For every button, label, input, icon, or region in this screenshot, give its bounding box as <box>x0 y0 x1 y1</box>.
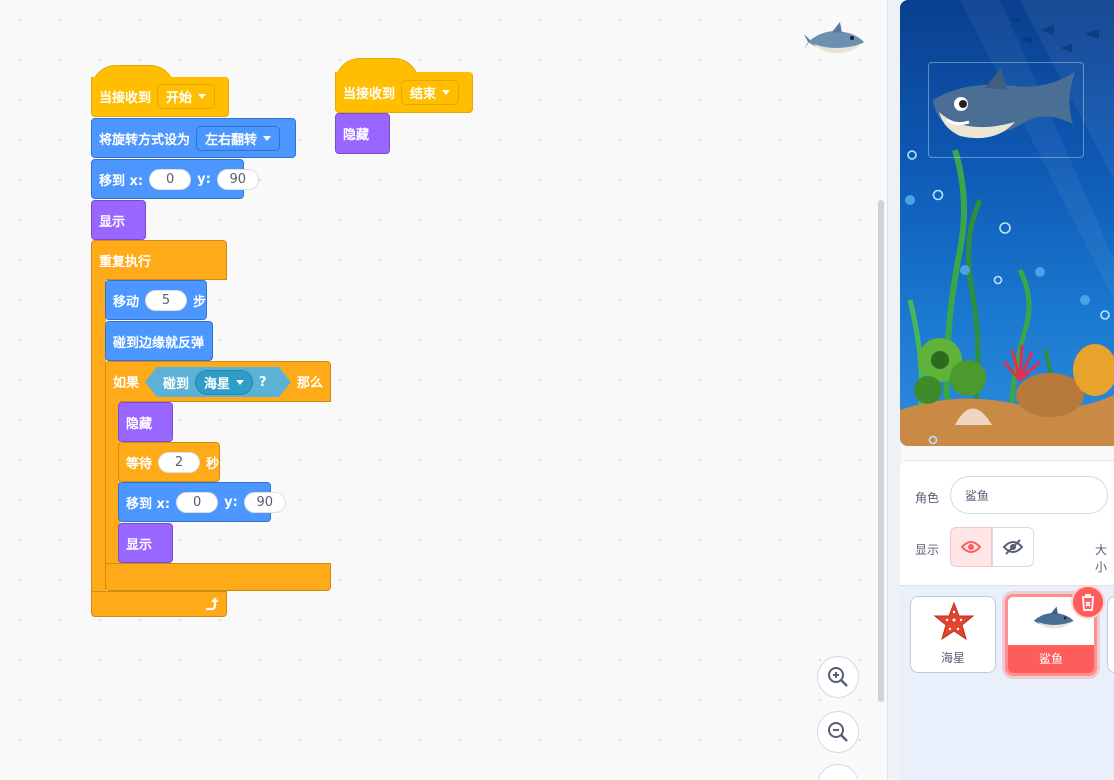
block-label: 等待 <box>126 456 153 472</box>
message-value: 结束 <box>410 86 437 102</box>
forever-block-arm <box>91 279 106 592</box>
block-label: 显示 <box>126 537 153 553</box>
hide-block[interactable]: 隐藏 <box>335 113 390 154</box>
chevron-down-icon <box>198 94 207 99</box>
forever-block-foot <box>91 591 227 617</box>
zoom-in-icon <box>828 667 848 687</box>
if-block-foot <box>105 563 331 591</box>
show-block[interactable]: 显示 <box>118 523 173 563</box>
hide-block[interactable]: 隐藏 <box>118 402 173 442</box>
chevron-down-icon <box>263 135 272 141</box>
set-rotation-style-block[interactable]: 将旋转方式设为 左右翻转 <box>91 118 296 158</box>
y-input[interactable]: 90 <box>243 491 286 513</box>
code-workspace[interactable]: 当接收到 开始 将旋转方式设为 左右翻转 移到 x: 0 y: 90 显示 重复… <box>0 0 887 779</box>
sprite-name-input[interactable]: 鲨鱼 <box>950 476 1108 514</box>
delete-sprite-button[interactable] <box>1071 585 1105 619</box>
block-label: 移到 x: <box>99 173 144 189</box>
bounce-on-edge-block[interactable]: 碰到边缘就反弹 <box>105 321 213 361</box>
when-receive-end-block[interactable]: 当接收到 结束 <box>335 72 473 113</box>
stage[interactable] <box>900 0 1114 446</box>
sprite-tile-partial[interactable] <box>1107 596 1114 673</box>
block-label: y: <box>197 171 211 187</box>
rotation-style-dropdown[interactable]: 左右翻转 <box>196 125 281 151</box>
move-steps-block[interactable]: 移动 5 步 <box>105 280 207 320</box>
goto-xy-block[interactable]: 移到 x: 0 y: 90 <box>118 482 286 522</box>
zoom-out-button[interactable] <box>817 711 859 753</box>
workspace-scrollbar[interactable] <box>878 200 884 702</box>
sprite-tile-name: 鲨鱼 <box>1008 645 1094 673</box>
x-input[interactable]: 0 <box>149 168 192 190</box>
shark-sprite-thumbnail <box>804 22 864 54</box>
block-label: 隐藏 <box>343 128 370 143</box>
zoom-reset-button[interactable] <box>817 764 859 779</box>
shark-icon <box>1033 606 1074 629</box>
message-dropdown[interactable]: 开始 <box>157 84 216 109</box>
block-label: 显示 <box>99 214 126 230</box>
message-value: 开始 <box>166 91 193 106</box>
sprite-name-value: 鲨鱼 <box>965 488 990 503</box>
zoom-in-button[interactable] <box>817 656 859 698</box>
loop-arrow-icon <box>206 597 219 611</box>
zoom-out-icon <box>828 722 848 742</box>
block-label: 隐藏 <box>126 416 153 432</box>
block-label: 碰到边缘就反弹 <box>113 335 205 351</box>
block-label: ? <box>259 374 267 390</box>
block-label: 将旋转方式设为 <box>99 132 191 148</box>
goto-xy-block[interactable]: 移到 x: 0 y: 90 <box>91 159 259 199</box>
block-label: 当接收到 <box>99 91 152 106</box>
shark-sprite[interactable] <box>925 60 1085 160</box>
block-label: 移动 <box>113 294 140 310</box>
eye-off-icon <box>1003 539 1023 555</box>
hide-sprite-button[interactable] <box>992 527 1034 567</box>
block-label: 那么 <box>296 376 323 391</box>
block-label: 当接收到 <box>343 86 396 102</box>
block-label: 移到 x: <box>126 496 171 512</box>
block-label: 如果 <box>113 376 140 391</box>
chevron-down-icon <box>442 89 451 95</box>
trash-icon <box>1082 594 1094 611</box>
touching-sensing-block[interactable]: 碰到 海星 ? <box>145 367 291 397</box>
block-label: 重复执行 <box>99 254 152 270</box>
wait-seconds-block[interactable]: 等待 2 秒 <box>118 442 220 482</box>
block-label: y: <box>224 494 238 510</box>
rotation-style-value: 左右翻转 <box>205 132 258 148</box>
visibility-label: 显示 <box>915 543 940 557</box>
seconds-input[interactable]: 2 <box>158 451 201 473</box>
y-input[interactable]: 90 <box>216 168 259 190</box>
forever-block[interactable]: 重复执行 <box>91 240 227 280</box>
show-sprite-button[interactable] <box>950 527 992 567</box>
sprite-tile-name: 海星 <box>940 651 965 665</box>
sprite-name-label: 角色 <box>915 491 940 505</box>
starfish-icon <box>933 601 975 641</box>
block-label: 步 <box>193 294 207 310</box>
message-dropdown[interactable]: 结束 <box>401 79 460 105</box>
size-label: 大小 <box>1095 543 1108 574</box>
panel-divider <box>887 0 901 779</box>
sprite-tile-starfish[interactable]: 海星 <box>910 596 996 673</box>
show-block[interactable]: 显示 <box>91 200 146 240</box>
chevron-down-icon <box>236 380 244 385</box>
touching-target-value: 海星 <box>204 376 231 392</box>
when-receive-start-block[interactable]: 当接收到 开始 <box>91 77 229 117</box>
steps-input[interactable]: 5 <box>145 289 188 311</box>
block-label: 碰到 <box>163 376 190 392</box>
eye-icon <box>961 541 981 553</box>
x-input[interactable]: 0 <box>176 491 219 513</box>
block-label: 秒 <box>206 456 220 472</box>
touching-target-dropdown[interactable]: 海星 <box>195 370 253 395</box>
